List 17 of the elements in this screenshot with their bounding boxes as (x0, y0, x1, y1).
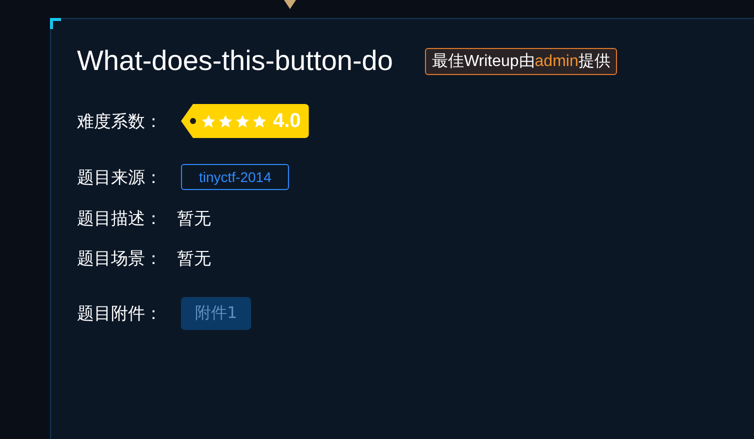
corner-bracket-icon (50, 18, 61, 29)
difficulty-tag: 4.0 (181, 104, 309, 138)
source-tag[interactable]: tinyctf-2014 (181, 164, 290, 190)
star-icon (218, 114, 233, 128)
star-icon (252, 114, 267, 128)
field-label: 难度系数： (77, 110, 163, 132)
star-icon (235, 114, 250, 128)
field-label: 题目来源： (77, 166, 163, 188)
field-label: 题目描述： (77, 208, 163, 230)
attachment-button[interactable]: 附件1 (181, 297, 252, 330)
field-label: 题目附件： (77, 303, 163, 325)
field-value: 暂无 (177, 208, 211, 230)
writeup-credit: 最佳Writeup由admin提供 (424, 48, 618, 74)
field-label: 题目场景： (77, 248, 163, 270)
field-value: 暂无 (177, 248, 211, 270)
challenge-title: What-does-this-button-do (77, 45, 393, 77)
star-icon (201, 114, 216, 128)
